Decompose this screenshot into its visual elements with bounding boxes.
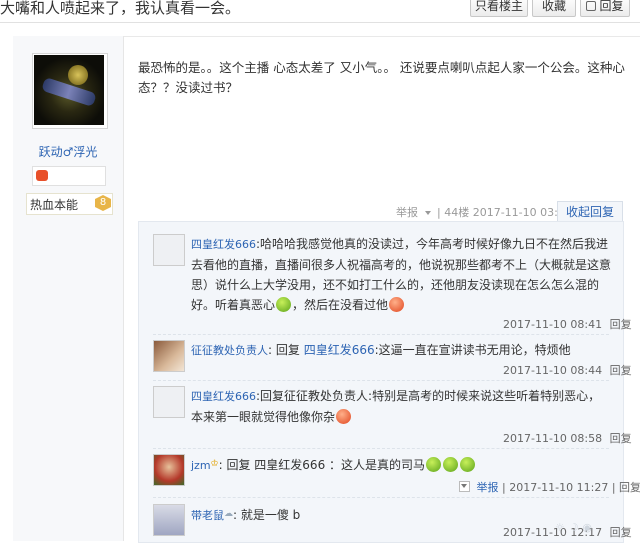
reply-avatar[interactable] bbox=[153, 454, 185, 486]
author-sidebar: 跃动♂浮光 热血本能 8 bbox=[13, 36, 124, 541]
reply-meta: 2017-11-10 08:58 回复 bbox=[503, 430, 632, 446]
rank-label: 热血本能 bbox=[30, 198, 79, 212]
reply-avatar[interactable] bbox=[153, 504, 185, 536]
report-link[interactable]: 举报 bbox=[477, 481, 499, 494]
post-content: 最恐怖的是。。这个主播 心态太差了 又小气。。 还说要点喇叭点起人家一个公会。这… bbox=[138, 60, 625, 95]
reply-body: 征征教处负责人: 回复 四皇红发666:这逼一直在宣讲读书无用论，特烦他 bbox=[191, 343, 571, 357]
emoji-icon bbox=[426, 457, 442, 472]
emoji-icon bbox=[389, 297, 405, 312]
reply-link[interactable]: 回复 bbox=[619, 481, 640, 494]
reply-button-label: 回复 bbox=[599, 0, 624, 13]
reply-time: 2017-11-10 08:44 bbox=[503, 364, 603, 377]
reply-text: 就是一傻 b bbox=[240, 508, 301, 522]
reply-text: :这逼一直在宣讲读书无用论，特烦他 bbox=[374, 343, 571, 357]
collapse-reply-button[interactable]: 收起回复 bbox=[557, 201, 623, 222]
reply-button[interactable]: 回复 bbox=[580, 0, 630, 17]
game-icon bbox=[36, 170, 48, 181]
reply-username[interactable]: 四皇红发666 bbox=[191, 390, 256, 403]
reply-username[interactable]: 征征教处负责人 bbox=[191, 344, 268, 357]
reply-username[interactable]: 四皇红发666 bbox=[191, 238, 256, 251]
reply-meta: 举报 | 2017-11-10 11:27 | 回复 bbox=[459, 479, 640, 495]
emoji-icon bbox=[460, 457, 476, 472]
vip-icon: ♔ bbox=[210, 459, 219, 469]
only-op-button[interactable]: 只看楼主 bbox=[470, 0, 528, 17]
emoji-icon bbox=[443, 457, 459, 472]
reply-meta: 2017-11-10 08:41 回复 bbox=[503, 316, 632, 332]
watermark-logo: ☼ ☽ ◉ bbox=[555, 521, 592, 534]
thread-header: 大嘴和人喷起来了，我认真看一会。 只看楼主 收藏 回复 bbox=[0, 0, 640, 23]
avatar-image bbox=[34, 55, 104, 125]
divider bbox=[153, 448, 609, 449]
reply-username[interactable]: 带老鼠 bbox=[191, 509, 224, 522]
reply-time: 2017-11-10 08:58 bbox=[503, 432, 603, 445]
reply-text-tail: ，然后在没看过他 bbox=[292, 298, 389, 312]
post-meta: 举报 | 44楼 2017-11-10 03:56 bbox=[396, 204, 572, 220]
divider bbox=[153, 334, 609, 335]
reply-icon bbox=[586, 1, 597, 11]
thread-title: 大嘴和人喷起来了，我认真看一会。 bbox=[0, 0, 241, 17]
reply-word: 回复 bbox=[275, 343, 300, 357]
favorite-button[interactable]: 收藏 bbox=[532, 0, 576, 17]
emoji-icon bbox=[336, 409, 352, 424]
author-rank[interactable]: 热血本能 8 bbox=[26, 193, 113, 215]
reply-meta: 2017-11-10 08:44 回复 bbox=[503, 362, 632, 378]
reply-body: 四皇红发666:哈哈哈我感觉他真的没读过，今年高考时候好像九日不在然后我进去看他… bbox=[191, 237, 612, 312]
reply-time: 2017-11-10 08:41 bbox=[503, 318, 603, 331]
reply-avatar[interactable] bbox=[153, 340, 185, 372]
rank-level-badge: 8 bbox=[95, 195, 111, 211]
reply-username[interactable]: jzm bbox=[191, 459, 211, 472]
reply-time: 2017-11-10 11:27 bbox=[509, 481, 609, 494]
vip-icon: ☁ bbox=[224, 509, 233, 519]
author-badge-box bbox=[32, 166, 106, 186]
chevron-down-icon[interactable] bbox=[459, 481, 470, 492]
divider bbox=[153, 380, 609, 381]
reply-body: 四皇红发666:回复征征教处负责人:特别是高考的时候来说这些听着特别恶心，本来第… bbox=[191, 389, 601, 424]
reply-link[interactable]: 回复 bbox=[610, 318, 632, 331]
reply-avatar[interactable] bbox=[153, 234, 185, 266]
reply-link[interactable]: 回复 bbox=[610, 526, 632, 539]
reply-body: 带老鼠☁: 就是一傻 b bbox=[191, 508, 301, 522]
divider bbox=[153, 497, 609, 498]
reply-list: 四皇红发666:哈哈哈我感觉他真的没读过，今年高考时候好像九日不在然后我进去看他… bbox=[138, 221, 640, 543]
emoji-icon bbox=[276, 297, 292, 312]
author-avatar[interactable] bbox=[32, 53, 108, 129]
reply-avatar[interactable] bbox=[153, 386, 185, 418]
chevron-down-icon[interactable] bbox=[424, 211, 431, 215]
reply-body: jzm♔: 回复 四皇红发666 ：这人是真的司马 bbox=[191, 454, 611, 476]
reply-text: 回复 四皇红发666 ：这人是真的司马 bbox=[226, 458, 426, 472]
meta-separator: | bbox=[437, 206, 441, 219]
author-name[interactable]: 跃动♂浮光 bbox=[13, 143, 123, 160]
report-link[interactable]: 举报 bbox=[396, 206, 418, 219]
reply-link[interactable]: 回复 bbox=[610, 364, 632, 377]
post-floor: 44楼 bbox=[444, 206, 470, 219]
reply-link[interactable]: 回复 bbox=[610, 432, 632, 445]
author-name-link[interactable]: 跃动♂浮光 bbox=[39, 145, 98, 159]
reply-target[interactable]: 四皇红发666 bbox=[304, 343, 375, 357]
